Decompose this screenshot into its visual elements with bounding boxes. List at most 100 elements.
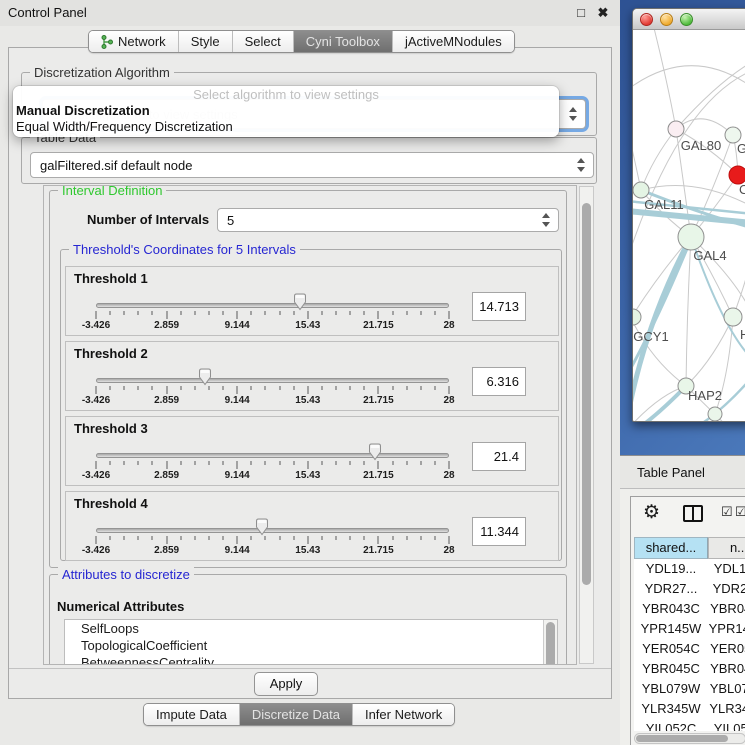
mac-minimize-icon[interactable] [660,13,673,26]
network-node[interactable] [633,309,641,325]
tab-infer-network[interactable]: Infer Network [353,704,454,725]
attribute-item[interactable]: TopologicalCoefficient [65,637,557,654]
number-of-intervals-combo[interactable]: 5 [217,208,559,232]
mac-zoom-icon[interactable] [680,13,693,26]
cell-name[interactable]: YLR345W [708,699,745,719]
slider-track[interactable] [96,528,449,533]
slider-track[interactable] [96,303,449,308]
settings-vertical-scrollbar[interactable] [579,186,594,664]
application-window: Control Panel □ ✖ NetworkStyleSelectCyni… [0,0,745,745]
slider-track[interactable] [96,453,449,458]
column-header-shared-name[interactable]: shared... [634,537,708,559]
attributes-list-scrollbar[interactable] [543,620,557,665]
table-row[interactable]: YER054CYER054C [634,639,745,659]
cell-shared-name[interactable]: YPR145W [634,619,708,639]
network-edge[interactable] [733,252,745,317]
slider-thumb[interactable] [367,443,382,461]
attribute-item[interactable]: SelfLoops [65,620,557,637]
cell-name[interactable]: YDR27... [708,579,745,599]
node-label: GA [737,141,745,156]
cell-shared-name[interactable]: YBL079W [634,679,708,699]
apply-button[interactable]: Apply [254,672,318,696]
combo-stepper-icon[interactable] [577,158,586,172]
table-row[interactable]: YBR045CYBR045C [634,659,745,679]
network-node[interactable] [724,308,742,326]
cell-shared-name[interactable]: YIL052C [634,719,708,731]
cell-name[interactable]: YPR145W [708,619,745,639]
network-edge[interactable] [676,58,745,129]
cell-shared-name[interactable]: YLR345W [634,699,708,719]
thresholds-group-title: Threshold's Coordinates for 5 Intervals [69,242,300,257]
slider-tick-labels: -3.4262.8599.14415.4321.71528 [96,470,449,482]
tab-impute-data[interactable]: Impute Data [144,704,240,725]
threshold-value-field[interactable]: 6.316 [472,367,526,396]
table-row[interactable]: YLR345WYLR345W [634,699,745,719]
network-edge[interactable] [653,30,676,129]
threshold-value-field[interactable]: 21.4 [472,442,526,471]
threshold-label: Threshold 1 [74,271,148,286]
slider-track[interactable] [96,378,449,383]
tab-cyni-toolbox[interactable]: Cyni Toolbox [294,31,393,52]
gear-icon[interactable]: ⚙ [643,501,660,524]
table-row[interactable]: YDL19...YDL19... [634,559,745,579]
table-data-group: Table Data galFiltered.sif default node [21,137,597,184]
tab-label: Network [118,34,166,49]
attribute-item[interactable]: BetweennessCentrality [65,654,557,665]
cell-name[interactable]: YBR043C [708,599,745,619]
mac-close-icon[interactable] [640,13,653,26]
cell-name[interactable]: YBL079W [708,679,745,699]
cell-shared-name[interactable]: YER054C [634,639,708,659]
cell-name[interactable]: YER054C [708,639,745,659]
tab-jactivemnodules[interactable]: jActiveMNodules [393,31,514,52]
attributes-group-title: Attributes to discretize [58,567,194,582]
close-panel-icon[interactable]: ✖ [594,4,612,22]
network-edge[interactable] [633,118,641,190]
slider-thumb[interactable] [254,518,269,536]
checkbox-checked-icon[interactable]: ☑ [721,504,733,520]
cell-name[interactable]: YIL052C [708,719,745,731]
cell-shared-name[interactable]: YBR045C [634,659,708,679]
column-header-name[interactable]: n... [708,537,745,559]
network-node[interactable] [678,224,704,250]
cyni-toolbox-content: Discretization Algorithm Select algorith… [8,47,612,699]
network-edge[interactable] [686,237,691,386]
table-row[interactable]: YDR27...YDR27... [634,579,745,599]
checkbox-checked-icon[interactable]: ☑ [735,504,745,520]
tab-network[interactable]: Network [89,31,179,52]
numerical-attributes-list[interactable]: SelfLoopsTopologicalCoefficientBetweenne… [64,619,558,665]
tab-discretize-data[interactable]: Discretize Data [240,704,353,725]
network-canvas[interactable]: GAL80GACGAL11GAL4GCY1HHAP2 [633,30,745,421]
table-horizontal-scrollbar[interactable] [634,733,745,744]
table-row[interactable]: YBR043CYBR043C [634,599,745,619]
split-columns-icon[interactable] [683,505,703,522]
table-data-combo[interactable]: galFiltered.sif default node [30,152,594,178]
combo-stepper-icon[interactable] [542,213,551,227]
algorithm-group-title: Discretization Algorithm [30,65,174,80]
cell-shared-name[interactable]: YDL19... [634,559,708,579]
cell-name[interactable]: YBR045C [708,659,745,679]
tab-select[interactable]: Select [233,31,294,52]
table-row[interactable]: YIL052CYIL052C [634,719,745,731]
tab-label: Style [191,34,220,49]
network-node[interactable] [633,182,649,198]
cell-name[interactable]: YDL19... [708,559,745,579]
network-node[interactable] [668,121,684,137]
threshold-value-field[interactable]: 11.344 [472,517,526,546]
table-header-row: shared... n... [634,537,745,559]
table-row[interactable]: YPR145WYPR145W [634,619,745,639]
cell-shared-name[interactable]: YBR043C [634,599,708,619]
table-row[interactable]: YBL079WYBL079W [634,679,745,699]
algorithm-option-equal-width[interactable]: Equal Width/Frequency Discretization [13,119,559,135]
cell-shared-name[interactable]: YDR27... [634,579,708,599]
algorithm-option-placeholder[interactable]: Select algorithm to view settings [13,86,559,103]
tab-style[interactable]: Style [179,31,233,52]
threshold-value-field[interactable]: 14.713 [472,292,526,321]
float-panel-icon[interactable]: □ [572,4,590,22]
threshold-row-2: Threshold 2-3.4262.8599.14415.4321.71528… [65,341,559,411]
network-node[interactable] [708,407,722,421]
slider-thumb[interactable] [292,293,307,311]
combo-stepper-icon[interactable] [569,107,578,121]
attributes-group: Attributes to discretize Numerical Attri… [49,574,567,665]
algorithm-option-manual[interactable]: Manual Discretization [13,103,559,119]
slider-thumb[interactable] [198,368,213,386]
